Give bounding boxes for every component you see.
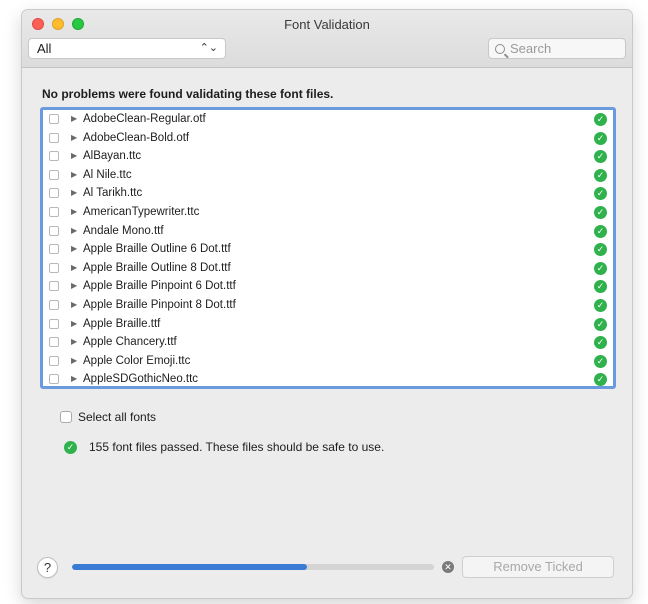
checkmark-circle-icon: ✓	[594, 187, 607, 201]
font-row-checkbox[interactable]	[49, 318, 59, 329]
filter-select[interactable]: All ⌃⌄	[28, 38, 226, 59]
font-file-name: AlBayan.ttc	[83, 150, 142, 163]
search-input[interactable]: Search	[488, 38, 626, 59]
checkmark-circle-icon: ✓	[594, 373, 607, 386]
font-list-row[interactable]: ▶ Al Tarikh.ttc ✓	[43, 184, 613, 203]
font-row-checkbox[interactable]	[49, 299, 59, 310]
font-list-row[interactable]: ▶ Apple Braille Pinpoint 8 Dot.ttf ✓	[43, 296, 613, 315]
font-file-name: AdobeClean-Regular.otf	[83, 113, 206, 125]
font-row-checkbox[interactable]	[49, 132, 59, 143]
checkmark-circle-icon: ✓	[594, 224, 607, 238]
checkmark-circle-icon: ✓	[594, 354, 607, 368]
checkmark-circle-icon: ✓	[594, 168, 607, 182]
font-row-checkbox[interactable]	[49, 114, 59, 124]
checkmark-circle-icon: ✓	[594, 261, 607, 275]
font-file-name: Apple Braille Pinpoint 8 Dot.ttf	[83, 298, 236, 311]
font-file-name: AdobeClean-Bold.otf	[83, 131, 190, 144]
font-list-row[interactable]: ▶ Apple Color Emoji.ttc ✓	[43, 352, 613, 371]
font-row-checkbox[interactable]	[49, 355, 59, 366]
help-button[interactable]: ?	[37, 557, 58, 578]
disclosure-triangle-icon[interactable]: ▶	[71, 240, 77, 259]
font-list-row[interactable]: ▶ AppleSDGothicNeo.ttc ✓	[43, 370, 613, 386]
select-all-checkbox[interactable]	[60, 411, 72, 423]
filter-select-value: All	[37, 41, 52, 56]
checkmark-circle-icon: ✓	[64, 441, 77, 454]
checkmark-circle-icon: ✓	[594, 298, 607, 312]
validation-progress-bar	[72, 564, 434, 570]
font-row-checkbox[interactable]	[49, 188, 59, 199]
font-list-row[interactable]: ▶ Apple Braille Outline 6 Dot.ttf ✓	[43, 240, 613, 259]
font-file-name: Apple Braille Outline 8 Dot.ttf	[83, 261, 231, 274]
disclosure-triangle-icon[interactable]: ▶	[71, 259, 77, 278]
font-row-checkbox[interactable]	[49, 262, 59, 273]
disclosure-triangle-icon[interactable]: ▶	[71, 110, 77, 129]
checkmark-circle-icon: ✓	[594, 150, 607, 164]
validation-status-heading: No problems were found validating these …	[42, 87, 334, 101]
checkmark-circle-icon: ✓	[594, 243, 607, 257]
font-row-checkbox[interactable]	[49, 225, 59, 236]
font-list-row[interactable]: ▶ AlBayan.ttc ✓	[43, 147, 613, 166]
checkmark-circle-icon: ✓	[594, 317, 607, 331]
font-validation-window: Font Validation All ⌃⌄ Search No problem…	[22, 10, 632, 598]
font-file-name: Apple Braille.ttf	[83, 317, 161, 330]
disclosure-triangle-icon[interactable]: ▶	[71, 370, 77, 386]
font-list-row[interactable]: ▶ AdobeClean-Bold.otf ✓	[43, 129, 613, 148]
summary-text: 155 font files passed. These files shoul…	[89, 440, 385, 454]
disclosure-triangle-icon[interactable]: ▶	[71, 184, 77, 203]
font-list-row[interactable]: ▶ Apple Braille Pinpoint 6 Dot.ttf ✓	[43, 277, 613, 296]
font-file-name: Al Tarikh.ttc	[83, 187, 143, 200]
disclosure-triangle-icon[interactable]: ▶	[71, 277, 77, 296]
font-list-row[interactable]: ▶ Apple Chancery.ttf ✓	[43, 333, 613, 352]
font-row-checkbox[interactable]	[49, 169, 59, 180]
font-file-list[interactable]: ▶ AdobeClean-Regular.otf ✓ ▶ AdobeClean-Bold…	[40, 107, 616, 389]
font-row-checkbox[interactable]	[49, 151, 59, 162]
font-file-name: Andale Mono.ttf	[83, 224, 164, 237]
font-file-name: Apple Braille Outline 6 Dot.ttf	[83, 243, 231, 256]
up-down-chevron-icon: ⌃⌄	[199, 42, 218, 54]
disclosure-triangle-icon[interactable]: ▶	[71, 147, 77, 166]
checkmark-circle-icon: ✓	[594, 131, 607, 145]
disclosure-triangle-icon[interactable]: ▶	[71, 222, 77, 241]
font-row-checkbox[interactable]	[49, 337, 59, 348]
font-file-name: Apple Chancery.ttf	[83, 336, 177, 349]
font-file-name: Al Nile.ttc	[83, 168, 132, 181]
font-file-name: Apple Color Emoji.ttc	[83, 354, 191, 367]
font-file-name: AmericanTypewriter.ttc	[83, 205, 200, 218]
disclosure-triangle-icon[interactable]: ▶	[71, 352, 77, 371]
disclosure-triangle-icon[interactable]: ▶	[71, 203, 77, 222]
font-row-checkbox[interactable]	[49, 374, 59, 385]
font-row-checkbox[interactable]	[49, 244, 59, 255]
checkmark-circle-icon: ✓	[594, 113, 607, 126]
remove-ticked-button[interactable]: Remove Ticked	[462, 556, 614, 578]
font-list-row[interactable]: ▶ AmericanTypewriter.ttc ✓	[43, 203, 613, 222]
disclosure-triangle-icon[interactable]: ▶	[71, 315, 77, 334]
font-file-name: Apple Braille Pinpoint 6 Dot.ttf	[83, 280, 236, 293]
checkmark-circle-icon: ✓	[594, 280, 607, 294]
search-placeholder: Search	[510, 41, 552, 56]
font-list-row[interactable]: ▶ Al Nile.ttc ✓	[43, 166, 613, 185]
disclosure-triangle-icon[interactable]: ▶	[71, 166, 77, 185]
progress-fill	[72, 564, 308, 570]
font-list-row[interactable]: ▶ Apple Braille.ttf ✓	[43, 315, 613, 334]
titlebar: Font Validation All ⌃⌄ Search	[22, 10, 632, 68]
font-list-row[interactable]: ▶ AdobeClean-Regular.otf ✓	[43, 110, 613, 129]
font-file-name: AppleSDGothicNeo.ttc	[83, 373, 199, 386]
stop-icon[interactable]: ✕	[442, 561, 454, 573]
select-all-label: Select all fonts	[78, 410, 157, 424]
font-row-checkbox[interactable]	[49, 206, 59, 217]
checkmark-circle-icon: ✓	[594, 336, 607, 350]
disclosure-triangle-icon[interactable]: ▶	[71, 129, 77, 148]
disclosure-triangle-icon[interactable]: ▶	[71, 333, 77, 352]
font-list-row[interactable]: ▶ Andale Mono.ttf ✓	[43, 222, 613, 241]
font-list-row[interactable]: ▶ Apple Braille Outline 8 Dot.ttf ✓	[43, 259, 613, 278]
disclosure-triangle-icon[interactable]: ▶	[71, 296, 77, 315]
checkmark-circle-icon: ✓	[594, 205, 607, 219]
window-title: Font Validation	[284, 17, 370, 32]
search-icon	[495, 44, 505, 54]
font-row-checkbox[interactable]	[49, 281, 59, 292]
